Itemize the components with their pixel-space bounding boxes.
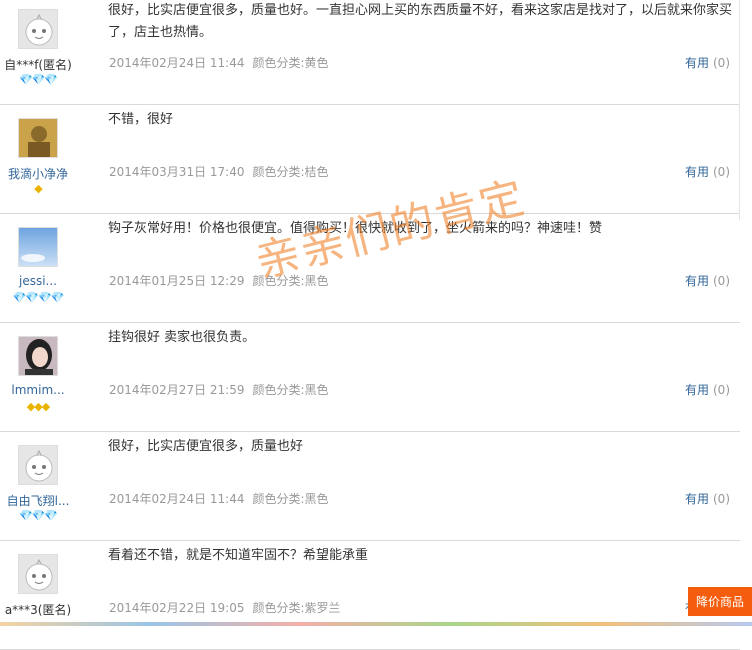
- review-date: 2014年02月24日 11:44: [109, 492, 245, 506]
- useful-count: (0): [713, 274, 730, 288]
- useful-vote: 有用 (0): [685, 163, 730, 180]
- review-item: 我滴小净净 ◆ 不错，很好 2014年03月31日 17:40 颜色分类:桔色 有用 (0): [0, 105, 740, 214]
- review-meta: 2014年01月25日 12:29 颜色分类:黑色: [109, 272, 329, 289]
- review-color-category: 颜色分类:黑色: [252, 492, 329, 506]
- useful-vote: 有用 (0): [685, 54, 730, 71]
- review-date: 2014年02月27日 21:59: [109, 383, 245, 397]
- review-date: 2014年02月24日 11:44: [109, 56, 245, 70]
- review-color-category: 颜色分类:桔色: [252, 165, 329, 179]
- review-meta: 2014年02月24日 11:44 颜色分类:黑色: [109, 490, 329, 507]
- review-date: 2014年03月31日 17:40: [109, 165, 245, 179]
- review-meta: 2014年03月31日 17:40 颜色分类:桔色: [109, 163, 329, 180]
- user-avatar[interactable]: [18, 445, 58, 485]
- review-meta: 2014年02月22日 19:05 颜色分类:紫罗兰: [109, 599, 341, 616]
- review-color-category: 颜色分类:黑色: [252, 383, 329, 397]
- useful-count: (0): [713, 56, 730, 70]
- scrollbar[interactable]: [739, 0, 752, 220]
- useful-button[interactable]: 有用: [685, 274, 709, 288]
- useful-button[interactable]: 有用: [685, 56, 709, 70]
- review-content: 挂钩很好 卖家也很负责。: [108, 330, 256, 345]
- useful-count: (0): [713, 165, 730, 179]
- review-content: 很好，比实店便宜很多，质量也好: [108, 439, 304, 454]
- user-name[interactable]: a***3(匿名): [0, 601, 76, 618]
- review-date: 2014年01月25日 12:29: [109, 274, 245, 288]
- useful-vote: 有用 (0): [685, 272, 730, 289]
- user-name[interactable]: 我滴小净净: [0, 165, 76, 182]
- user-avatar[interactable]: [18, 554, 58, 594]
- review-item: lmmim... ◆◆◆ 挂钩很好 卖家也很负责。 2014年02月27日 21:59…: [0, 323, 740, 432]
- review-item: a***3(匿名) 看着还不错，就是不知道牢固不？希望能承重 2014年02月22日…: [0, 541, 740, 650]
- review-color-category: 颜色分类:黄色: [252, 56, 329, 70]
- review-meta: 2014年02月24日 11:44 颜色分类:黄色: [109, 54, 329, 71]
- user-name[interactable]: 自由飞翔l...: [0, 492, 76, 509]
- user-rank-badge: 💎💎💎: [18, 509, 58, 522]
- useful-button[interactable]: 有用: [685, 383, 709, 397]
- review-item: 自由飞翔l... 💎💎💎 很好，比实店便宜很多，质量也好 2014年02月24日 11…: [0, 432, 740, 541]
- user-name[interactable]: lmmim...: [0, 383, 76, 397]
- review-color-category: 颜色分类:紫罗兰: [252, 601, 341, 615]
- bottom-image-strip: [0, 622, 752, 626]
- user-rank-badge: ◆◆◆: [26, 400, 50, 413]
- review-meta: 2014年02月27日 21:59 颜色分类:黑色: [109, 381, 329, 398]
- user-rank-badge: 💎💎💎💎: [12, 291, 65, 304]
- useful-button[interactable]: 有用: [685, 165, 709, 179]
- user-avatar[interactable]: [18, 118, 58, 158]
- user-rank-badge: 💎💎💎: [18, 73, 58, 86]
- useful-vote: 有用 (0): [685, 381, 730, 398]
- user-rank-badge: ◆: [34, 182, 42, 195]
- review-item: 自***f(匿名) 💎💎💎 很好，比实店便宜很多，质量也好。一直担心网上买的东西质量…: [0, 0, 740, 105]
- price-drop-button[interactable]: 降价商品: [687, 587, 752, 616]
- review-date: 2014年02月22日 19:05: [109, 601, 245, 615]
- user-avatar[interactable]: [18, 336, 58, 376]
- review-color-category: 颜色分类:黑色: [252, 274, 329, 288]
- review-content: 钩子灰常好用！价格也很便宜。值得购买！很快就收到了，坐火箭来的吗？神速哇！赞: [108, 221, 603, 236]
- useful-vote: 有用 (0): [685, 490, 730, 507]
- user-name[interactable]: 自***f(匿名): [0, 56, 76, 73]
- review-content: 看着还不错，就是不知道牢固不？希望能承重: [108, 548, 369, 563]
- review-item: jessi... 💎💎💎💎 钩子灰常好用！价格也很便宜。值得购买！很快就收到了，坐火…: [0, 214, 740, 323]
- user-name[interactable]: jessi...: [0, 274, 76, 288]
- review-content: 很好，比实店便宜很多，质量也好。一直担心网上买的东西质量不好，看来这家店是找对了…: [108, 3, 733, 40]
- review-content: 不错，很好: [108, 112, 174, 127]
- useful-count: (0): [713, 492, 730, 506]
- useful-button[interactable]: 有用: [685, 492, 709, 506]
- user-avatar[interactable]: [18, 227, 58, 267]
- user-avatar[interactable]: [18, 9, 58, 49]
- useful-count: (0): [713, 383, 730, 397]
